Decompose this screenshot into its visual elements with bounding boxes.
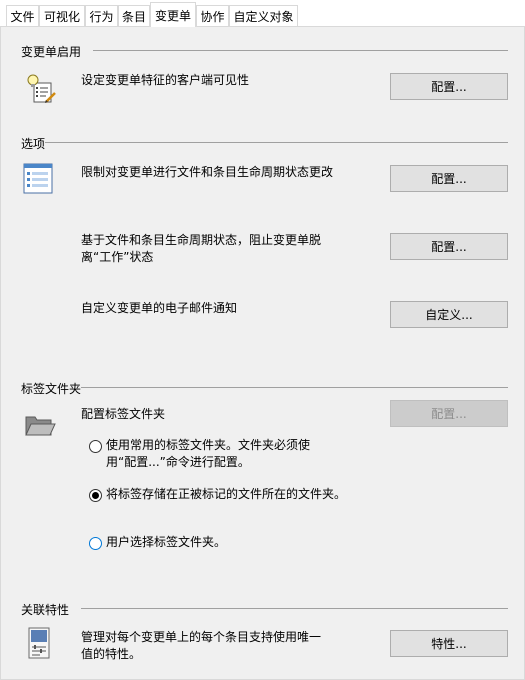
tab-collaborate[interactable]: 协作 bbox=[196, 5, 229, 26]
properties-button[interactable]: 特性... bbox=[390, 630, 508, 657]
section-divider bbox=[81, 387, 508, 388]
enable-description: 设定变更单特征的客户端可见性 bbox=[81, 73, 250, 87]
radio-button[interactable] bbox=[89, 489, 102, 502]
properties-icon bbox=[28, 627, 50, 662]
list-form-icon bbox=[23, 163, 53, 198]
radio-same-folder[interactable]: 将标签存储在正被标记的文件所在的文件夹。 bbox=[89, 486, 349, 503]
radio-common-folder[interactable]: 使用常用的标签文件夹。文件夹必须使用“配置...”命令进行配置。 bbox=[89, 437, 339, 471]
customize-email-button[interactable]: 自定义... bbox=[390, 301, 508, 328]
tab-files[interactable]: 文件 bbox=[6, 5, 39, 26]
email-notification-description: 自定义变更单的电子邮件通知 bbox=[81, 301, 238, 315]
section-divider bbox=[81, 608, 508, 609]
tab-bar: 文件 可视化 行为 条目 变更单 协作 自定义对象 bbox=[0, 0, 525, 27]
radio-button[interactable] bbox=[89, 440, 102, 453]
tab-behaviors[interactable]: 行为 bbox=[85, 5, 118, 26]
radio-label: 使用常用的标签文件夹。文件夹必须使用“配置...”命令进行配置。 bbox=[106, 438, 311, 469]
linked-properties-description: 管理对每个变更单上的每个条目支持使用唯一值的特性。 bbox=[81, 630, 322, 661]
markup-description: 配置标签文件夹 bbox=[81, 407, 166, 421]
section-title-markup: 标签文件夹 bbox=[21, 382, 82, 396]
section-title-options: 选项 bbox=[21, 137, 46, 151]
section-title-enable: 变更单启用 bbox=[21, 45, 82, 59]
tab-custom-objects[interactable]: 自定义对象 bbox=[229, 5, 298, 26]
radio-label: 用户选择标签文件夹。 bbox=[106, 535, 227, 549]
radio-label: 将标签存储在正被标记的文件所在的文件夹。 bbox=[106, 487, 347, 501]
tab-change-order[interactable]: 变更单 bbox=[150, 2, 196, 27]
radio-user-select[interactable]: 用户选择标签文件夹。 bbox=[89, 534, 339, 551]
open-folder-icon bbox=[24, 413, 56, 442]
block-work-state-description: 基于文件和条目生命周期状态，阻止变更单脱离“工作”状态 bbox=[81, 233, 322, 264]
restrict-lifecycle-description: 限制对变更单进行文件和条目生命周期状态更改 bbox=[81, 165, 334, 179]
section-divider bbox=[93, 50, 508, 51]
configure-lifecycle-button[interactable]: 配置... bbox=[390, 165, 508, 192]
section-divider bbox=[45, 142, 508, 143]
change-order-panel: 变更单启用 设定变更单特征的客户端可见性 配置... 选项 限制对变更单进行文件… bbox=[0, 26, 525, 680]
configure-block-button[interactable]: 配置... bbox=[390, 233, 508, 260]
configure-markup-button[interactable]: 配置... bbox=[390, 400, 508, 427]
lightbulb-checklist-icon bbox=[25, 73, 57, 108]
radio-button[interactable] bbox=[89, 537, 102, 550]
tab-items[interactable]: 条目 bbox=[118, 5, 150, 26]
section-title-linked-properties: 关联特性 bbox=[21, 603, 70, 617]
configure-visibility-button[interactable]: 配置... bbox=[390, 73, 508, 100]
tab-visualization[interactable]: 可视化 bbox=[39, 5, 85, 26]
